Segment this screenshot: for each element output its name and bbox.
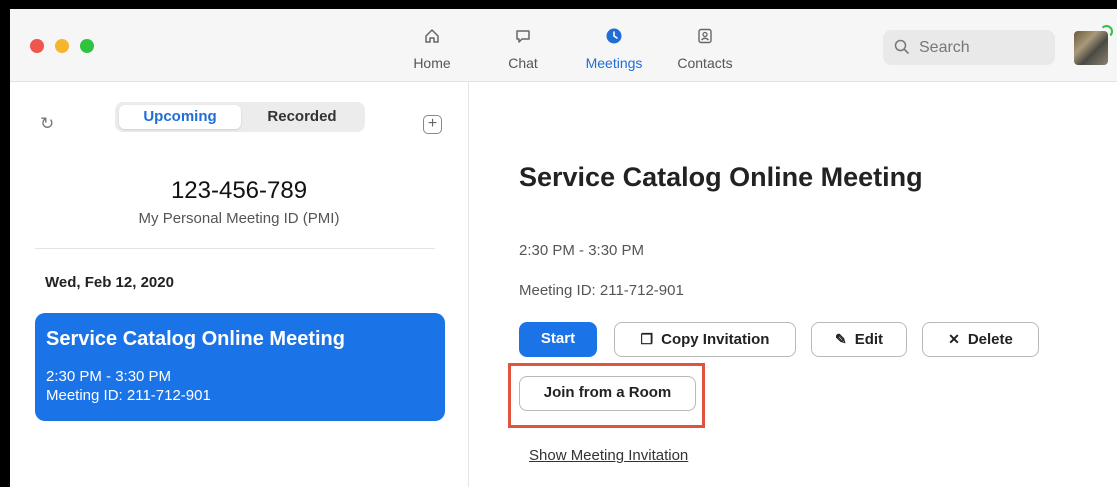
divider bbox=[35, 248, 435, 249]
delete-label: Delete bbox=[967, 331, 1013, 348]
title-bar: Home Chat Meetings Contacts Search bbox=[10, 9, 1117, 82]
join-from-room-button[interactable]: Join from a Room bbox=[519, 376, 696, 411]
meeting-detail-pane: Service Catalog Online Meeting 2:30 PM -… bbox=[469, 82, 1117, 487]
copy-invitation-label: Copy Invitation bbox=[661, 331, 770, 348]
home-icon bbox=[392, 27, 472, 51]
contacts-icon bbox=[665, 27, 745, 51]
tab-home[interactable]: Home bbox=[392, 27, 472, 75]
start-button[interactable]: Start bbox=[519, 322, 597, 357]
tab-contacts[interactable]: Contacts bbox=[665, 27, 745, 75]
pencil-icon: ✎ bbox=[834, 331, 847, 347]
tab-upcoming[interactable]: Upcoming bbox=[119, 105, 241, 129]
close-icon: ✕ bbox=[948, 331, 960, 347]
meeting-title: Service Catalog Online Meeting bbox=[519, 162, 923, 192]
tab-meetings[interactable]: Meetings bbox=[574, 27, 654, 75]
meeting-time: 2:30 PM - 3:30 PM bbox=[519, 242, 645, 259]
meetings-segmented-control: Upcoming Recorded bbox=[115, 102, 365, 132]
status-indicator-icon bbox=[1100, 25, 1113, 38]
edit-button[interactable]: ✎ Edit bbox=[811, 322, 907, 357]
tab-chat[interactable]: Chat bbox=[483, 27, 563, 75]
refresh-icon[interactable]: ↻ bbox=[40, 114, 54, 134]
date-header: Wed, Feb 12, 2020 bbox=[45, 274, 174, 291]
zoom-window: Home Chat Meetings Contacts Search ↻ Upc… bbox=[10, 9, 1117, 487]
edit-label: Edit bbox=[854, 331, 884, 348]
meetings-list-pane: ↻ Upcoming Recorded + 123-456-789 My Per… bbox=[10, 82, 469, 487]
copy-icon: ❐ bbox=[640, 331, 654, 347]
pmi-label: My Personal Meeting ID (PMI) bbox=[138, 210, 340, 227]
meeting-list-item[interactable]: Service Catalog Online Meeting 2:30 PM -… bbox=[35, 313, 445, 421]
search-icon bbox=[893, 38, 911, 61]
search-placeholder: Search bbox=[919, 39, 970, 56]
maximize-window-button[interactable] bbox=[80, 39, 94, 53]
meeting-item-title: Service Catalog Online Meeting bbox=[46, 328, 345, 350]
meeting-item-time: 2:30 PM - 3:30 PM bbox=[46, 368, 172, 385]
search-box[interactable]: Search bbox=[883, 30, 1055, 65]
meeting-item-id: Meeting ID: 211-712-901 bbox=[46, 387, 211, 404]
chat-icon bbox=[483, 27, 563, 51]
tab-recorded[interactable]: Recorded bbox=[241, 105, 363, 129]
show-meeting-invitation-link[interactable]: Show Meeting Invitation bbox=[529, 447, 688, 464]
delete-button[interactable]: ✕ Delete bbox=[922, 322, 1039, 357]
pmi-number: 123-456-789 bbox=[170, 177, 308, 204]
clock-icon bbox=[574, 27, 654, 51]
add-meeting-button[interactable]: + bbox=[423, 115, 442, 134]
close-window-button[interactable] bbox=[30, 39, 44, 53]
minimize-window-button[interactable] bbox=[55, 39, 69, 53]
copy-invitation-button[interactable]: ❐ Copy Invitation bbox=[614, 322, 796, 357]
meeting-id: Meeting ID: 211-712-901 bbox=[519, 282, 684, 299]
